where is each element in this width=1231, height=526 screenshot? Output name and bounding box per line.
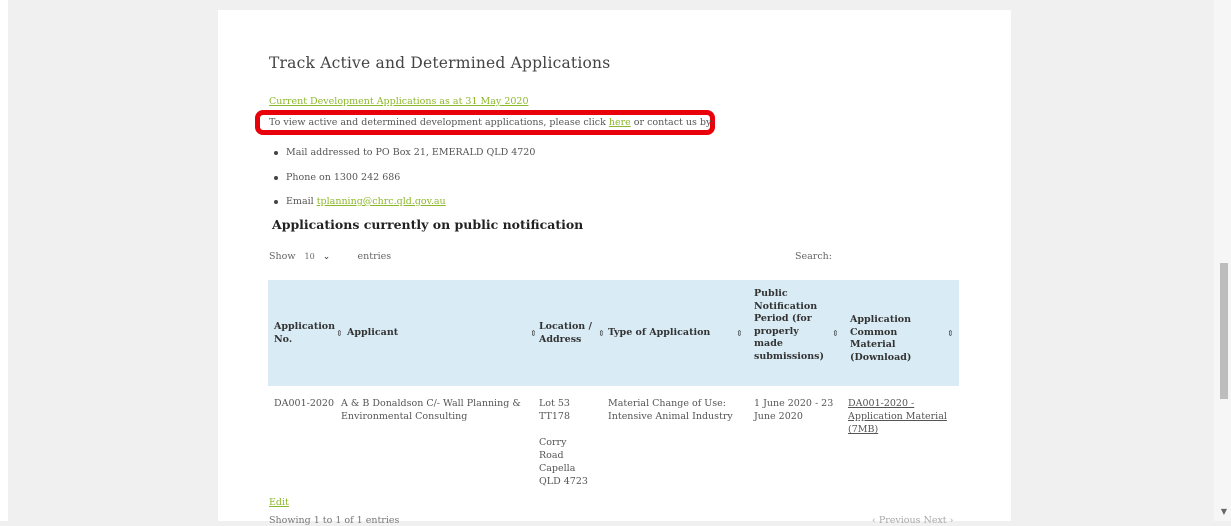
contact-list: Mail addressed to PO Box 21, EMERALD QLD… — [272, 147, 535, 221]
cell-application-no: DA001-2020 — [274, 398, 334, 409]
contact-mail: Mail addressed to PO Box 21, EMERALD QLD… — [272, 147, 535, 172]
scrollbar-track[interactable] — [1214, 0, 1231, 521]
entries-select[interactable]: 10 ⌄ — [305, 252, 349, 262]
cell-period: 1 June 2020 - 23 June 2020 — [754, 398, 834, 422]
header-location[interactable]: Location / Address — [539, 321, 597, 346]
show-label: Show — [269, 251, 296, 262]
header-applicant[interactable]: Applicant — [347, 327, 497, 340]
chevron-down-icon: ⌄ — [322, 252, 331, 262]
section-heading: Applications currently on public notific… — [272, 217, 584, 232]
sort-icon[interactable]: ⇕ — [736, 329, 743, 338]
cell-applicant: A & B Donaldson C/- Wall Planning & Envi… — [341, 398, 521, 422]
page-title: Track Active and Determined Applications — [269, 54, 611, 72]
entries-control: Show 10 ⌄ entries — [269, 251, 391, 262]
edit-link[interactable]: Edit — [269, 497, 289, 508]
header-notification-period[interactable]: Public Notification Period (for properly… — [754, 288, 826, 363]
sort-icon[interactable]: ⇕ — [336, 329, 343, 338]
application-material-link[interactable]: DA001-2020 - Application Material (7MB) — [848, 397, 952, 436]
cell-type: Material Change of Use: Intensive Animal… — [608, 398, 733, 422]
header-common-material[interactable]: Application Common Material (Download) — [850, 314, 945, 364]
scroll-down-arrow-icon[interactable]: ▼ — [1219, 507, 1229, 517]
entries-label: entries — [357, 251, 392, 262]
header-type[interactable]: Type of Application — [608, 327, 728, 340]
left-gutter — [0, 0, 8, 521]
content-page — [218, 10, 1011, 521]
sort-icon[interactable]: ⇕ — [530, 329, 537, 338]
sort-icon[interactable]: ⇕ — [832, 329, 839, 338]
current-applications-link[interactable]: Current Development Applications as at 3… — [269, 96, 529, 107]
sort-icon[interactable]: ⇕ — [947, 329, 954, 338]
cell-address: Corry Road Capella QLD 4723 — [539, 437, 588, 487]
here-link[interactable]: here — [609, 117, 631, 128]
search-label: Search: — [795, 251, 832, 262]
sort-icon[interactable]: ⇕ — [598, 329, 605, 338]
scrollbar-thumb[interactable] — [1220, 263, 1228, 399]
view-text-before: To view active and determined developmen… — [269, 117, 609, 128]
cell-location: Lot 53 TT178 — [539, 398, 570, 422]
view-text-after: or contact us by: — [630, 117, 715, 128]
contact-phone: Phone on 1300 242 686 — [272, 172, 535, 197]
email-prefix: Email — [286, 196, 317, 207]
header-application-no[interactable]: Application No. — [274, 321, 335, 346]
email-link[interactable]: tplanning@chrc.qld.gov.au — [317, 196, 446, 207]
view-applications-text: To view active and determined developmen… — [269, 117, 715, 128]
entries-value: 10 — [304, 252, 315, 261]
